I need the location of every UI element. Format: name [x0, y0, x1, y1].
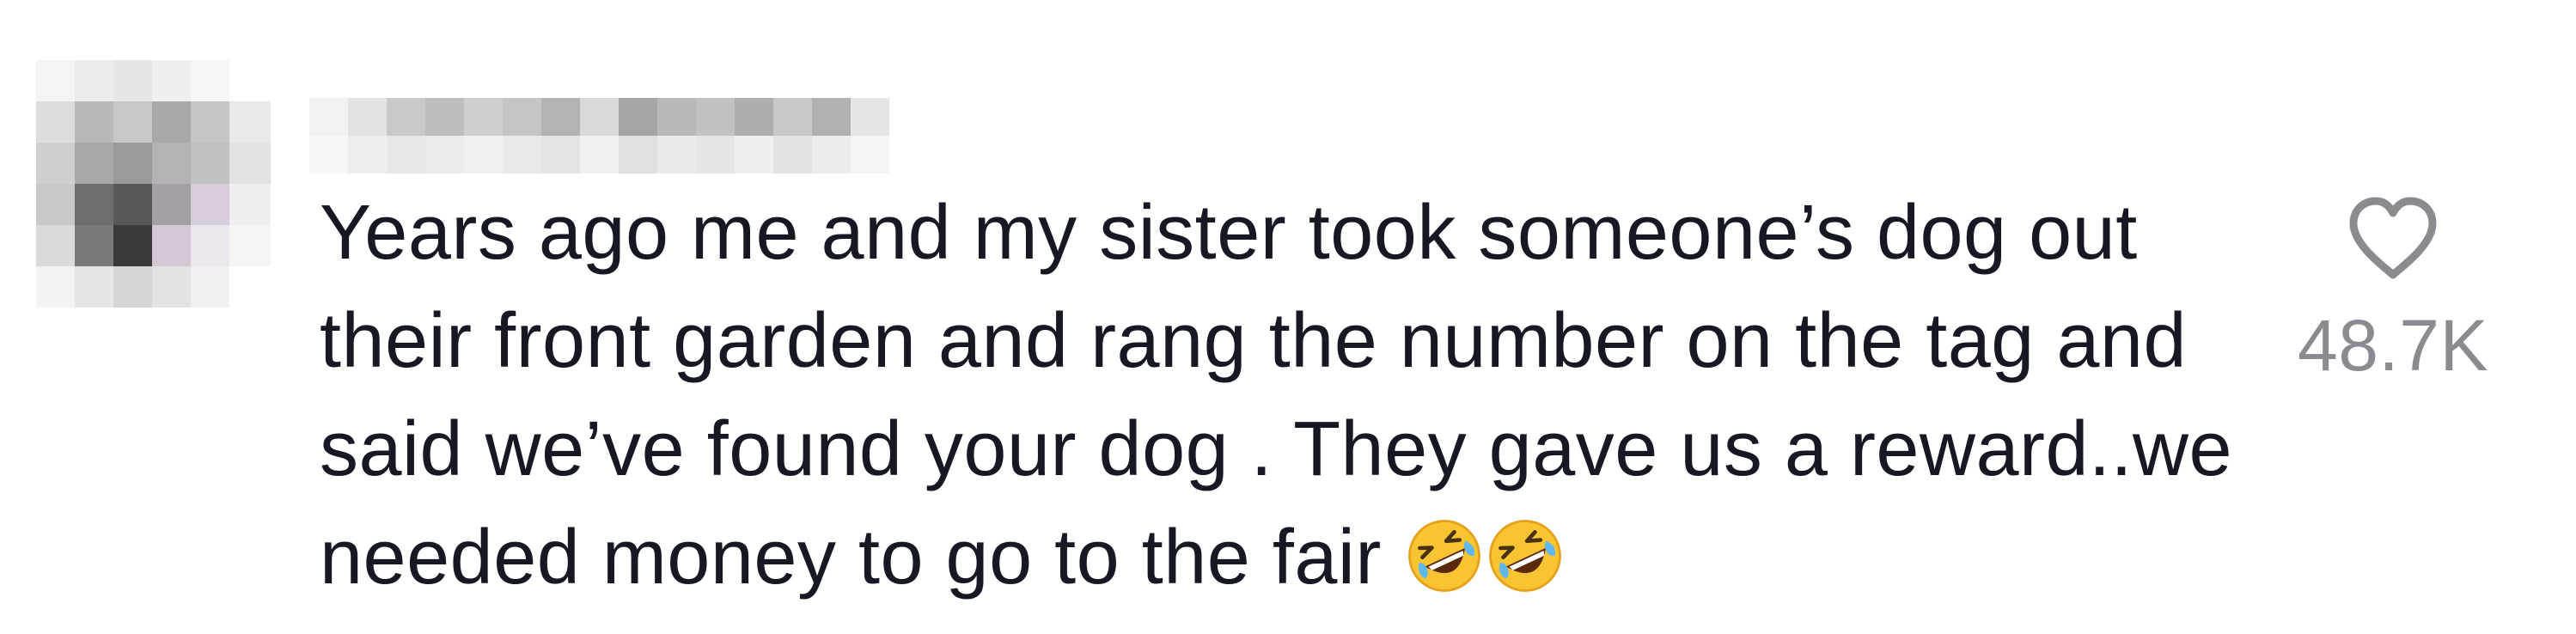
like-count: 48.7K [2297, 305, 2488, 386]
username-pixel [387, 136, 425, 174]
username-pixel [309, 98, 348, 136]
username-pixel [851, 136, 889, 174]
avatar-pixel [191, 143, 232, 184]
avatar-pixel [113, 101, 155, 143]
avatar-pixel [36, 143, 77, 184]
avatar-pixel [75, 225, 116, 266]
username-pixel [657, 98, 696, 136]
username-pixel [773, 136, 812, 174]
username-pixel [812, 98, 851, 136]
comment-text: Years ago me and my sister took someone’… [320, 179, 2262, 612]
username-pixel [773, 98, 812, 136]
avatar-pixel [113, 266, 155, 308]
avatar-pixel [191, 225, 232, 266]
avatar-pixel [75, 101, 116, 143]
avatar-pixel [191, 266, 232, 308]
avatar-pixel [152, 101, 193, 143]
username-pixel [696, 98, 735, 136]
avatar-pixel [191, 101, 232, 143]
username-pixel [503, 136, 541, 174]
avatar-pixel [229, 143, 271, 184]
avatar-pixel [75, 60, 116, 101]
username-pixel [580, 136, 619, 174]
avatar-pixel [229, 266, 271, 308]
username-pixel [735, 98, 773, 136]
username-pixel [580, 98, 619, 136]
username-pixel [503, 98, 541, 136]
avatar-pixel [36, 266, 77, 308]
avatar-pixel [152, 60, 193, 101]
avatar-pixel [113, 184, 155, 225]
username-pixel [696, 136, 735, 174]
rolling-on-floor-laughing-icon [1489, 520, 1562, 592]
avatar-pixel [152, 143, 193, 184]
avatar[interactable] [36, 60, 271, 308]
avatar-pixel [191, 60, 232, 101]
avatar-pixel [113, 225, 155, 266]
avatar-pixel [36, 101, 77, 143]
avatar-pixel [36, 184, 77, 225]
avatar-pixel [75, 184, 116, 225]
avatar-pixel [113, 143, 155, 184]
like-button[interactable]: 48.7K [2268, 196, 2518, 387]
username-pixel [735, 136, 773, 174]
avatar-pixel [36, 225, 77, 266]
avatar-pixel [152, 184, 193, 225]
username-pixel [387, 98, 425, 136]
avatar-pixel [152, 266, 193, 308]
avatar-pixel [229, 101, 271, 143]
comment-body: Years ago me and my sister took someone’… [320, 190, 2233, 600]
avatar-pixel [229, 60, 271, 101]
username-pixel [464, 136, 503, 174]
username-pixel [348, 136, 387, 174]
avatar-pixel [229, 184, 271, 225]
avatar-pixel [191, 184, 232, 225]
username-pixel [348, 98, 387, 136]
username-pixel [851, 98, 889, 136]
username-pixel [541, 136, 580, 174]
avatar-pixel [75, 266, 116, 308]
avatar-pixel [113, 60, 155, 101]
rolling-on-floor-laughing-icon [1408, 520, 1481, 592]
username-pixel [464, 98, 503, 136]
comment-item: Years ago me and my sister took someone’… [0, 0, 2576, 634]
username-pixel [619, 136, 657, 174]
username-pixel [812, 136, 851, 174]
username-pixel [425, 136, 464, 174]
username-pixel [541, 98, 580, 136]
avatar-pixel [36, 60, 77, 101]
avatar-pixel [152, 225, 193, 266]
username-pixel [619, 98, 657, 136]
avatar-pixel [75, 143, 116, 184]
heart-outline-icon[interactable] [2345, 196, 2441, 282]
username-pixel [309, 136, 348, 174]
username-pixel [425, 98, 464, 136]
avatar-pixel [229, 225, 271, 266]
username[interactable] [309, 60, 894, 177]
username-pixel [657, 136, 696, 174]
